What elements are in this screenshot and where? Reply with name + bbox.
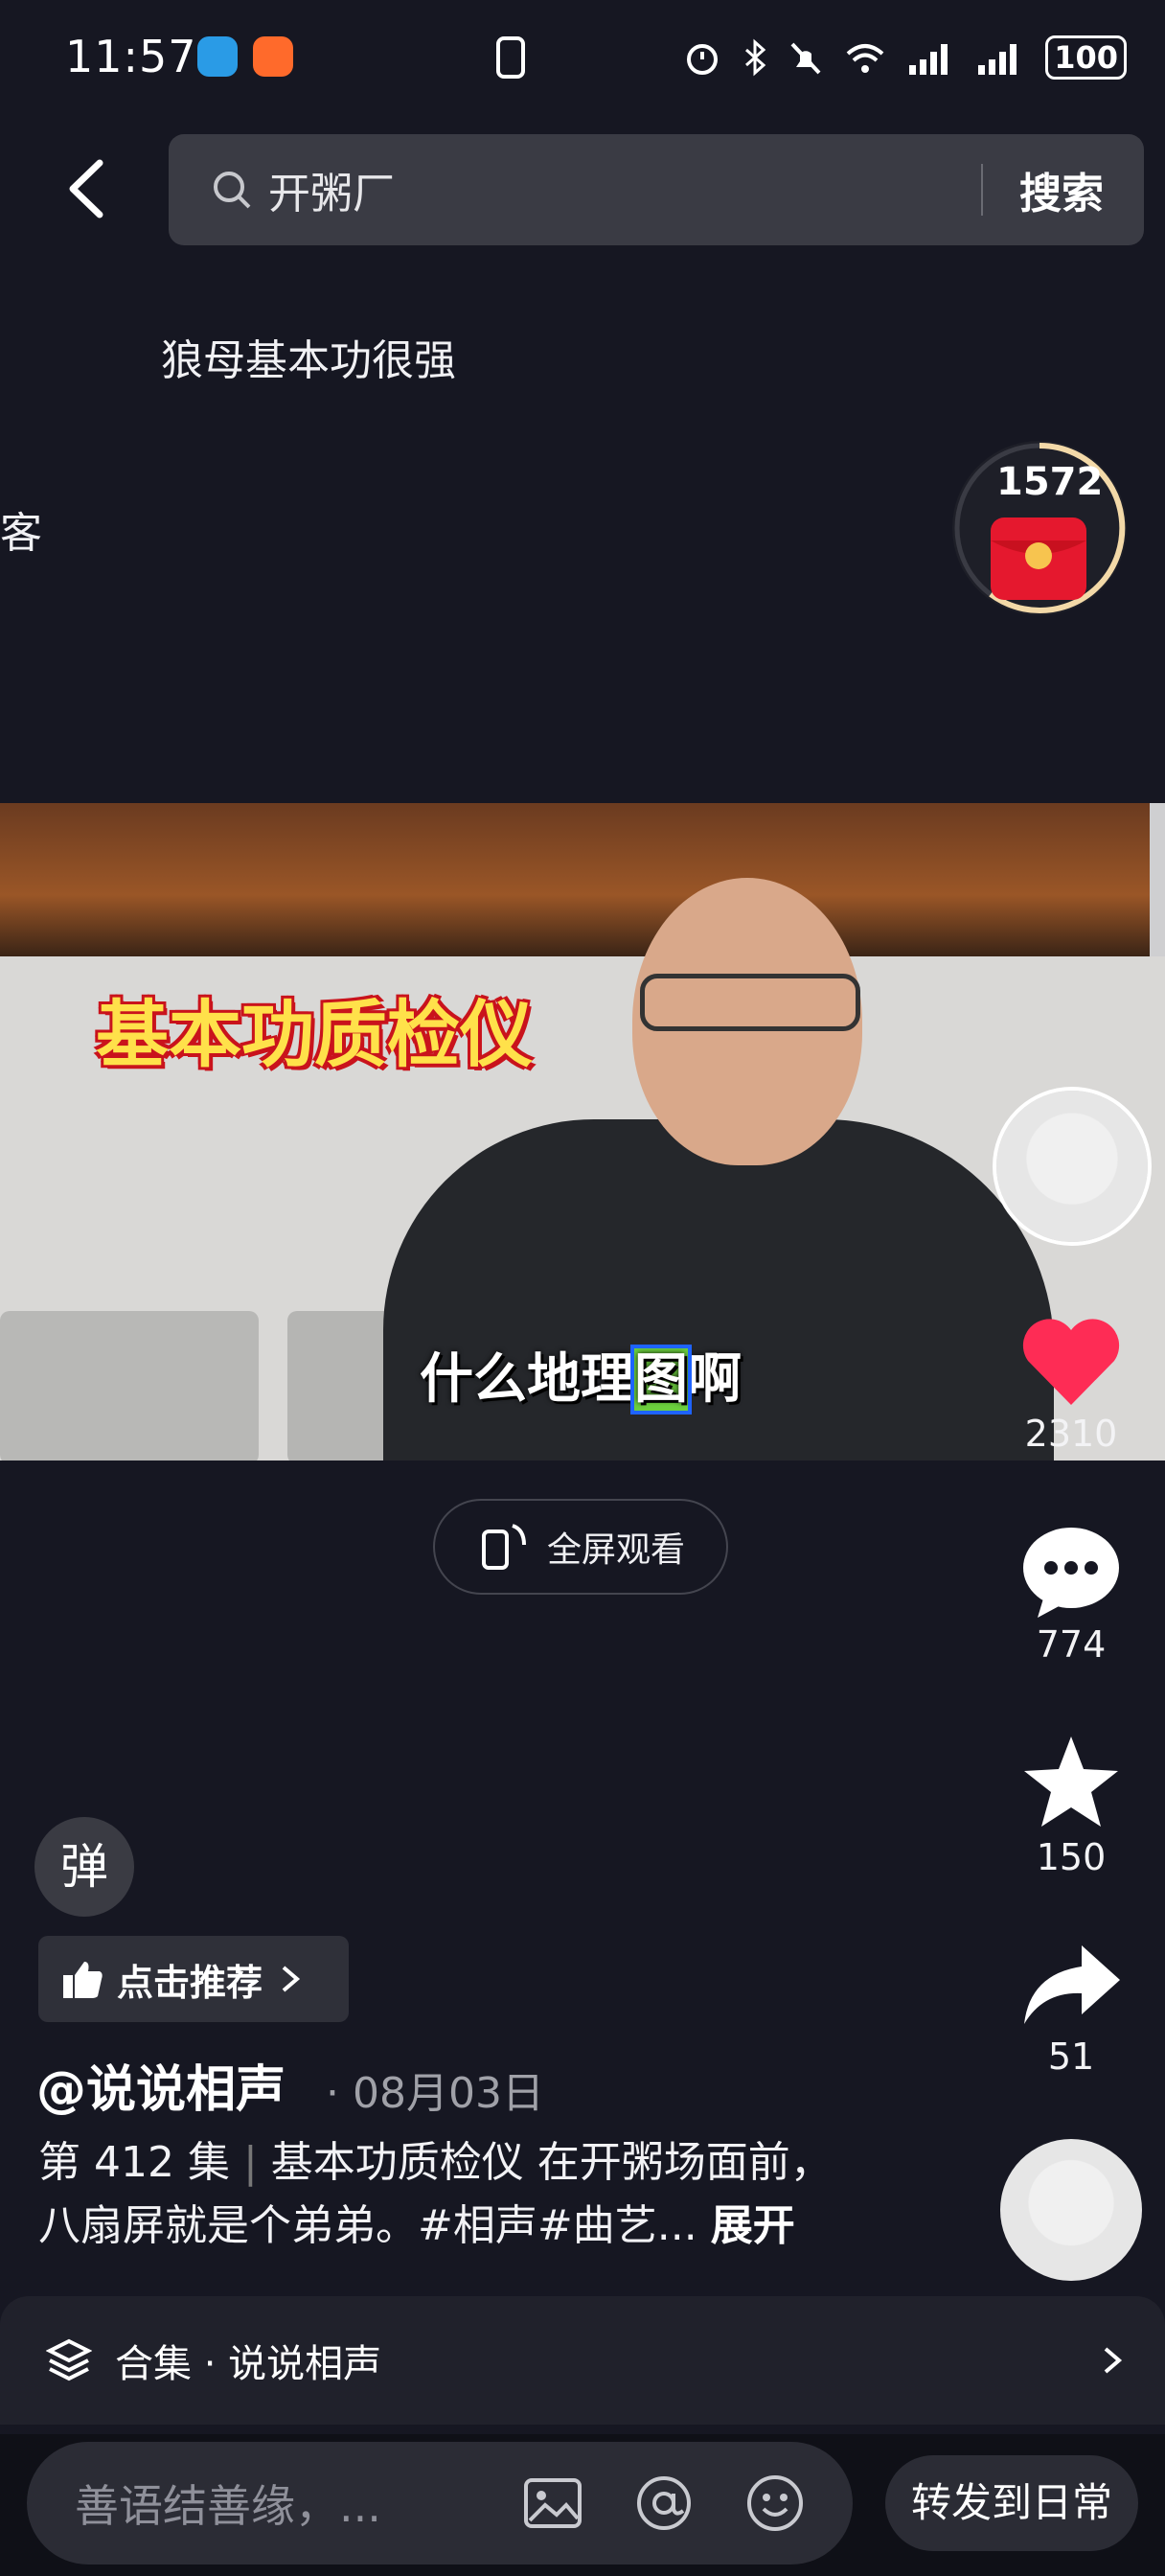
search-bar[interactable]: 开粥厂 搜索	[169, 134, 1144, 245]
share-arrow-icon	[1024, 1945, 1120, 2024]
expand-link[interactable]: 展开	[711, 2201, 795, 2250]
comment-count: 774	[1036, 1623, 1107, 1666]
red-packet-count: 1572	[996, 460, 1104, 504]
comment-placeholder: 善语结善缘，...	[75, 2480, 381, 2532]
status-icons: 100	[683, 33, 1127, 82]
image-picker-button[interactable]	[519, 2470, 586, 2537]
back-arrow-icon[interactable]	[57, 155, 119, 222]
danmaku-toggle[interactable]: 弹	[34, 1817, 134, 1917]
comment-button[interactable]: 774	[991, 1524, 1152, 1666]
chevron-right-icon	[1104, 2347, 1123, 2374]
image-icon	[524, 2478, 582, 2528]
fullscreen-label: 全屏观看	[546, 1530, 685, 1570]
subtitle-suffix: 啊	[688, 1348, 742, 1411]
at-icon	[637, 2476, 691, 2530]
rotate-phone-icon	[481, 1524, 526, 1570]
collection-bar[interactable]: 合集 · 说说相声	[0, 2296, 1165, 2425]
comment-icon	[1023, 1528, 1119, 1618]
share-button[interactable]: 51	[991, 1940, 1152, 2078]
heart-icon	[1022, 1319, 1120, 1405]
search-divider	[981, 164, 983, 216]
nfc-icon	[496, 36, 525, 79]
episode-number: 第 412 集	[38, 2138, 230, 2187]
emoji-icon	[747, 2475, 803, 2531]
post-description: 第 412 集 | 基本功质检仪 在开粥场面前， 八扇屏就是个弟弟。#相声#曲艺…	[38, 2131, 901, 2258]
status-bar: 11:57 100	[0, 0, 1165, 115]
browser-app-icon	[197, 36, 238, 77]
share-count: 51	[1047, 2036, 1095, 2078]
layers-icon	[46, 2338, 92, 2381]
recommend-button[interactable]: 点击推荐	[38, 1936, 349, 2022]
collection-label: 合集 · 说说相声	[115, 2342, 382, 2386]
fullscreen-button[interactable]: 全屏观看	[433, 1499, 728, 1595]
comment-input[interactable]: 善语结善缘，...	[27, 2442, 853, 2564]
sofa	[0, 1311, 259, 1460]
subtitle-prefix: 什么地理	[420, 1348, 634, 1411]
avatar-face	[1000, 2139, 1142, 2281]
red-envelope-icon	[991, 518, 1086, 600]
search-button[interactable]: 搜索	[1019, 159, 1104, 220]
favorite-button[interactable]: 150	[991, 1733, 1152, 1878]
video-title-sticker: 基本功质检仪	[96, 992, 533, 1077]
top-caption: 狼母基本功很强	[161, 336, 456, 385]
side-text: 客	[0, 509, 42, 558]
status-time: 11:57	[65, 31, 197, 82]
like-button[interactable]: 2310	[991, 1313, 1152, 1455]
bluetooth-icon	[745, 38, 766, 77]
search-input[interactable]: 开粥厂	[268, 159, 981, 220]
star-icon	[1024, 1736, 1118, 1827]
battery-indicator: 100	[1045, 35, 1127, 80]
wifi-icon	[846, 44, 884, 73]
recommend-label: 点击推荐	[117, 1961, 263, 2004]
mute-icon	[790, 42, 821, 75]
background-poster	[0, 803, 1150, 956]
author-name[interactable]: @说说相声	[36, 2049, 286, 2121]
alarm-icon	[687, 44, 719, 75]
subtitle-highlight: 图	[630, 1345, 692, 1414]
like-count: 2310	[1024, 1413, 1118, 1455]
favorite-count: 150	[1036, 1836, 1107, 1878]
search-icon	[214, 172, 251, 209]
app-notification-icon	[253, 36, 293, 77]
description-line-1: 第 412 集 | 基本功质检仪 在开粥场面前，	[38, 2138, 833, 2187]
signal-icon-1	[909, 44, 948, 75]
glasses	[640, 974, 860, 1031]
post-date: · 08月03日	[326, 2069, 544, 2118]
avatar-face	[996, 1091, 1148, 1242]
description-line-2: 八扇屏就是个弟弟。#相声#曲艺... 展开	[38, 2195, 901, 2258]
description-text: 八扇屏就是个弟弟。#相声#曲艺...	[38, 2201, 697, 2250]
mention-button[interactable]	[630, 2470, 697, 2537]
description-text: 基本功质检仪 在开粥场面前，	[270, 2138, 833, 2187]
signal-icon-2	[978, 44, 1017, 75]
creator-avatar[interactable]	[993, 1087, 1152, 1246]
chevron-right-icon	[282, 1966, 301, 1992]
forward-to-daily-button[interactable]: 转发到日常	[885, 2455, 1138, 2551]
music-avatar[interactable]	[1000, 2139, 1142, 2281]
emoji-button[interactable]	[742, 2470, 809, 2537]
thumbs-up-icon	[63, 1962, 103, 1998]
video-subtitle: 什么地理图啊	[420, 1336, 742, 1414]
